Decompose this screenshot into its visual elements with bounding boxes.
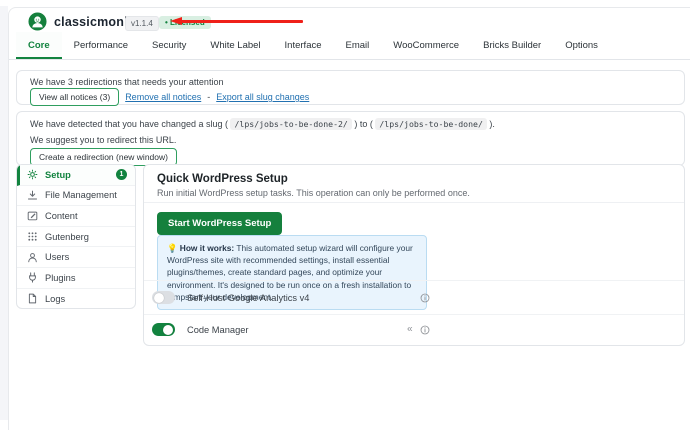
slug-change-text: We have detected that you have changed a… <box>30 119 495 129</box>
sidebar-item-file-management[interactable]: File Management <box>17 186 135 207</box>
sidebar-item-logs[interactable]: Logs <box>17 289 135 309</box>
sidebar-item-setup[interactable]: Setup 1 <box>17 165 135 186</box>
page-gutter <box>0 6 8 420</box>
sidebar-item-label: File Management <box>45 190 117 200</box>
download-icon <box>27 190 38 201</box>
slug-change-mid: ) to ( <box>352 119 376 129</box>
section-header: Quick WordPress Setup Run initial WordPr… <box>144 165 684 203</box>
link-separator: - <box>207 92 210 102</box>
export-slug-changes-link[interactable]: Export all slug changes <box>216 92 309 102</box>
sidebar-item-users[interactable]: Users <box>17 247 135 268</box>
tab-bar: Core Performance Security White Label In… <box>9 32 690 60</box>
settings-sidebar: Setup 1 File Management Content <box>16 164 136 309</box>
sidebar-item-plugins[interactable]: Plugins <box>17 268 135 289</box>
annotation-arrow <box>181 20 303 23</box>
tab-core[interactable]: Core <box>16 32 62 59</box>
setting-label: Code Manager <box>187 325 249 335</box>
section-title: Quick WordPress Setup <box>157 173 671 185</box>
tab-options[interactable]: Options <box>553 32 610 59</box>
slug-change-prefix: We have detected that you have changed a… <box>30 119 230 129</box>
redirections-notice-card: We have 3 redirections that needs your a… <box>16 70 685 105</box>
setting-row-code-manager: Code Manager « <box>144 314 684 344</box>
tab-security[interactable]: Security <box>140 32 198 59</box>
old-slug-code: /lps/jobs-to-be-done-2/ <box>230 118 351 130</box>
sidebar-item-label: Plugins <box>45 273 76 283</box>
tab-bricks-builder[interactable]: Bricks Builder <box>471 32 553 59</box>
info-icon[interactable] <box>420 325 430 335</box>
sidebar-item-content[interactable]: Content <box>17 206 135 227</box>
classicmonks-logo-icon <box>28 12 47 31</box>
new-slug-code: /lps/jobs-to-be-done/ <box>375 118 487 130</box>
header: classicmonks v1.1.4 • Licensed <box>9 8 690 32</box>
sidebar-item-label: Logs <box>45 294 65 304</box>
lightbulb-icon: 💡 <box>167 243 177 253</box>
code-manager-toggle[interactable] <box>152 323 175 336</box>
start-wordpress-setup-button[interactable]: Start WordPress Setup <box>157 212 282 235</box>
view-all-notices-button[interactable]: View all notices (3) <box>30 88 119 106</box>
setting-row-analytics: Self-Host Google Analytics v4 <box>144 280 684 314</box>
setup-count-badge: 1 <box>116 169 127 180</box>
tab-white-label[interactable]: White Label <box>198 32 272 59</box>
gear-icon <box>27 169 38 180</box>
sidebar-item-label: Content <box>45 211 78 221</box>
version-badge: v1.1.4 <box>125 16 159 31</box>
chevron-left-icon[interactable]: « <box>407 323 413 334</box>
slug-change-suffix: ). <box>487 119 495 129</box>
edit-icon <box>27 210 38 221</box>
sidebar-item-label: Users <box>45 252 69 262</box>
info-box-lead: How it works: <box>180 243 234 253</box>
tab-performance[interactable]: Performance <box>62 32 140 59</box>
sidebar-item-label: Setup <box>45 170 71 180</box>
user-icon <box>27 252 38 263</box>
tab-email[interactable]: Email <box>334 32 382 59</box>
setup-settings-card: Quick WordPress Setup Run initial WordPr… <box>143 164 685 346</box>
slug-change-notice-card: We have detected that you have changed a… <box>16 111 685 166</box>
document-icon <box>27 293 38 304</box>
redirections-notice-text: We have 3 redirections that needs your a… <box>30 77 223 87</box>
setting-label: Self-Host Google Analytics v4 <box>187 293 309 303</box>
sidebar-item-gutenberg[interactable]: Gutenberg <box>17 227 135 248</box>
section-subtitle: Run initial WordPress setup tasks. This … <box>157 188 671 198</box>
annotation-arrow-head <box>170 17 182 25</box>
tab-woocommerce[interactable]: WooCommerce <box>381 32 471 59</box>
plugin-panel: classicmonks v1.1.4 • Licensed Core Perf… <box>8 7 690 430</box>
tab-interface[interactable]: Interface <box>273 32 334 59</box>
grid-icon <box>27 231 38 242</box>
remove-all-notices-link[interactable]: Remove all notices <box>125 92 201 102</box>
page: classicmonks v1.1.4 • Licensed Core Perf… <box>0 0 690 430</box>
plug-icon <box>27 272 38 283</box>
sidebar-item-label: Gutenberg <box>45 232 89 242</box>
info-icon[interactable] <box>420 293 430 303</box>
redirect-suggestion-text: We suggest you to redirect this URL. <box>30 135 176 145</box>
self-host-analytics-toggle[interactable] <box>152 291 175 304</box>
